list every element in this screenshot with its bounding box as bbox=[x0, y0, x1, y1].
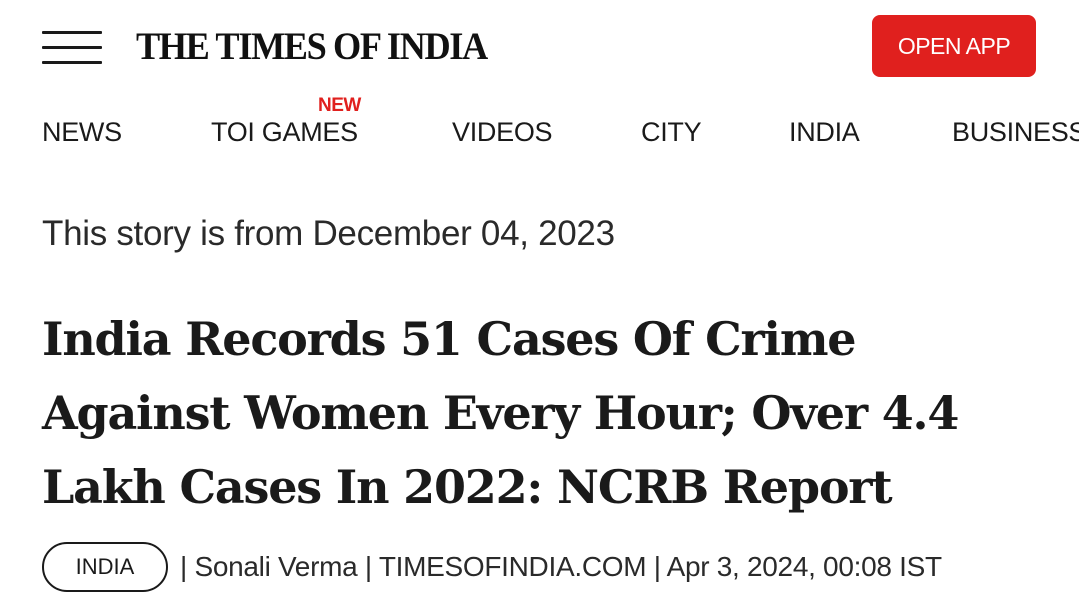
nav-item-india[interactable]: INDIA bbox=[789, 117, 860, 148]
category-tag[interactable]: INDIA bbox=[42, 542, 168, 592]
site-header: THE TIMES OF INDIA OPEN APP bbox=[0, 0, 1079, 92]
menu-bar bbox=[42, 46, 102, 49]
site-logo[interactable]: THE TIMES OF INDIA bbox=[136, 24, 488, 69]
headline-line: Lakh Cases In 2022: NCRB Report bbox=[42, 460, 893, 514]
nav-item-news[interactable]: NEWS bbox=[42, 117, 122, 148]
new-badge: NEW bbox=[318, 95, 361, 116]
menu-bar bbox=[42, 61, 102, 64]
byline: | Sonali Verma | TIMESOFINDIA.COM | Apr … bbox=[180, 551, 942, 582]
headline-line: Against Women Every Hour; Over 4.4 bbox=[42, 386, 959, 440]
nav-item-city[interactable]: CITY bbox=[641, 117, 702, 148]
nav-item-videos[interactable]: VIDEOS bbox=[452, 117, 553, 148]
hamburger-menu-icon[interactable] bbox=[42, 30, 102, 66]
nav-item-business[interactable]: BUSINESS bbox=[952, 117, 1079, 148]
story-date-notice: This story is from December 04, 2023 bbox=[42, 214, 615, 253]
article-meta: INDIA | Sonali Verma | TIMESOFINDIA.COM … bbox=[42, 542, 942, 592]
menu-bar bbox=[42, 31, 102, 34]
headline-line: India Records 51 Cases Of Crime bbox=[42, 312, 857, 366]
top-navigation: NEWS TOI GAMES NEW VIDEOS CITY INDIA BUS… bbox=[0, 92, 1079, 172]
article-page: THE TIMES OF INDIA OPEN APP NEWS TOI GAM… bbox=[0, 0, 1079, 615]
nav-item-toi-games[interactable]: TOI GAMES bbox=[211, 117, 358, 148]
open-app-button[interactable]: OPEN APP bbox=[872, 15, 1036, 77]
article-headline: India Records 51 Cases Of Crime Against … bbox=[42, 302, 1052, 524]
